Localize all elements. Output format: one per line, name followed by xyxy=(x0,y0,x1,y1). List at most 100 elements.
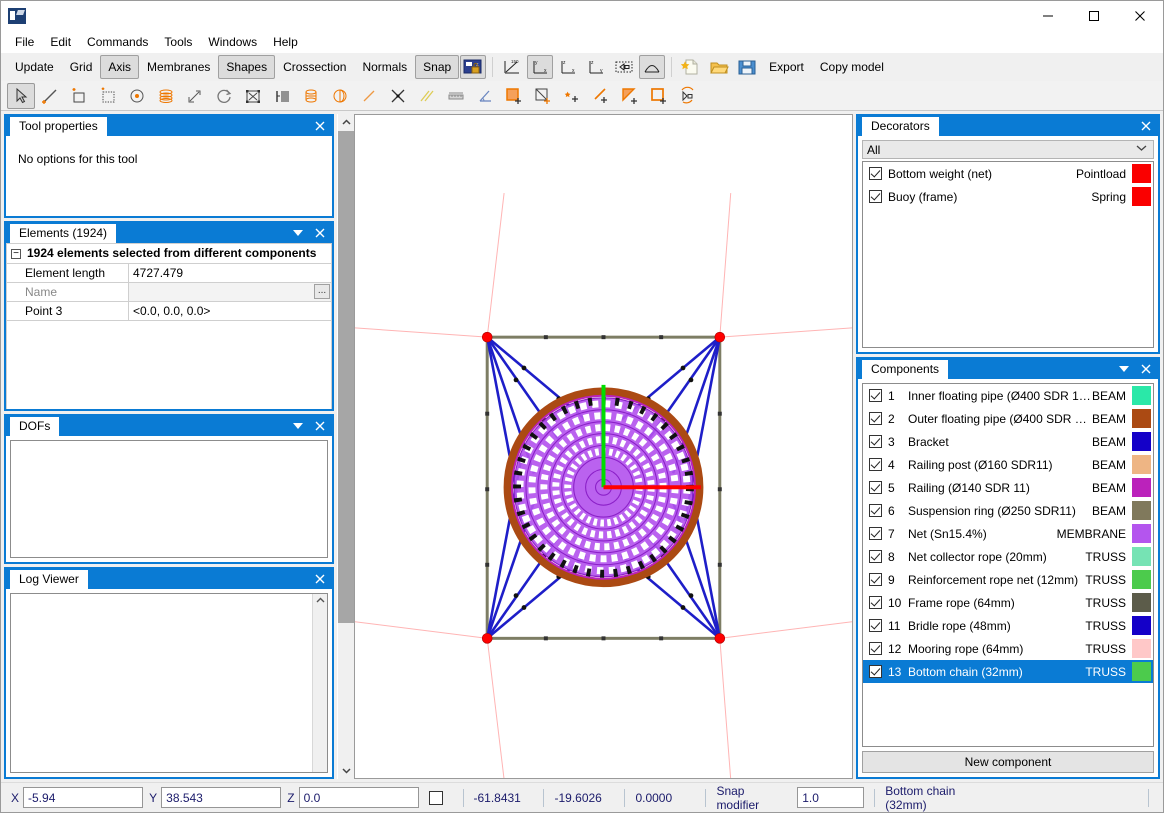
toolbar-axis[interactable]: Axis xyxy=(100,54,140,79)
component-checkbox[interactable] xyxy=(869,389,882,402)
angle-icon[interactable] xyxy=(471,83,499,109)
log-viewer-text[interactable] xyxy=(10,593,328,773)
component-checkbox[interactable] xyxy=(869,435,882,448)
menu-tools[interactable]: Tools xyxy=(156,32,200,52)
menu-help[interactable]: Help xyxy=(265,32,306,52)
chevron-down-icon[interactable] xyxy=(290,418,306,434)
axis-yx-icon[interactable]: yx xyxy=(527,54,554,79)
maximize-button[interactable] xyxy=(1071,1,1117,31)
decorator-color-swatch[interactable] xyxy=(1132,164,1151,183)
draw-line-icon[interactable] xyxy=(36,83,64,109)
mirror-icon[interactable] xyxy=(674,83,702,109)
dofs-tab[interactable]: DOFs xyxy=(10,417,60,436)
x-input[interactable]: -5.94 xyxy=(23,787,144,808)
decorator-color-swatch[interactable] xyxy=(1132,187,1151,206)
close-icon[interactable] xyxy=(1138,361,1154,377)
z-input[interactable]: 0.0 xyxy=(298,787,419,808)
arch-shape-icon[interactable] xyxy=(639,54,666,79)
dock-scrollbar[interactable] xyxy=(337,114,355,779)
table-row[interactable]: Name ... xyxy=(6,282,332,302)
intersect-icon[interactable] xyxy=(384,83,412,109)
collapse-icon[interactable]: − xyxy=(11,248,21,259)
row-value[interactable]: <0.0, 0.0, 0.0> xyxy=(128,301,332,321)
scrollbar-track[interactable] xyxy=(337,131,355,762)
dofs-list[interactable] xyxy=(10,440,328,558)
component-color-swatch[interactable] xyxy=(1132,616,1151,635)
sphere-half-icon[interactable] xyxy=(326,83,354,109)
log-viewer-tab[interactable]: Log Viewer xyxy=(10,570,88,589)
scrollbar-thumb[interactable] xyxy=(337,131,355,624)
component-checkbox[interactable] xyxy=(869,573,882,586)
new-component-button[interactable]: New component xyxy=(862,751,1154,773)
component-color-swatch[interactable] xyxy=(1132,386,1151,405)
new-file-icon[interactable] xyxy=(678,55,704,79)
elements-group-row[interactable]: −1924 elements selected from different c… xyxy=(6,243,332,264)
fit-extent-icon[interactable] xyxy=(239,83,267,109)
scroll-up-icon[interactable] xyxy=(337,114,355,131)
cylinder-icon[interactable] xyxy=(297,83,325,109)
component-color-swatch[interactable] xyxy=(1132,524,1151,543)
dashed-box-icon[interactable] xyxy=(611,55,637,79)
list-item[interactable]: 7 Net (Sn15.4%) MEMBRANE xyxy=(863,522,1153,545)
toolbar-membranes[interactable]: Membranes xyxy=(139,55,218,79)
add-point-pair-icon[interactable] xyxy=(558,83,586,109)
scale-icon[interactable] xyxy=(181,83,209,109)
mesh-grid-icon[interactable] xyxy=(94,83,122,109)
component-color-swatch[interactable] xyxy=(1132,432,1151,451)
component-color-swatch[interactable] xyxy=(1132,570,1151,589)
component-checkbox[interactable] xyxy=(869,527,882,540)
measure-icon[interactable] xyxy=(442,83,470,109)
row-value[interactable]: 4727.479 xyxy=(128,263,332,283)
components-tab[interactable]: Components xyxy=(862,360,949,379)
list-item[interactable]: 6 Suspension ring (Ø250 SDR11) BEAM xyxy=(863,499,1153,522)
add-triangle-icon[interactable] xyxy=(616,83,644,109)
list-item[interactable]: 1 Inner floating pipe (Ø400 SDR 16.7) BEAM xyxy=(863,384,1153,407)
component-color-swatch[interactable] xyxy=(1132,501,1151,520)
component-checkbox[interactable] xyxy=(869,458,882,471)
list-item[interactable]: 9 Reinforcement rope net (12mm) TRUSS xyxy=(863,568,1153,591)
list-item[interactable]: Buoy (frame) Spring xyxy=(863,185,1153,208)
toolbar-update[interactable]: Update xyxy=(7,55,62,79)
list-item[interactable]: 2 Outer floating pipe (Ø400 SDR 16.7) BEAM xyxy=(863,407,1153,430)
model-viewport-3d[interactable] xyxy=(354,114,853,779)
component-checkbox[interactable] xyxy=(869,550,882,563)
list-item[interactable]: 5 Railing (Ø140 SDR 11) BEAM xyxy=(863,476,1153,499)
export-button[interactable]: Export xyxy=(761,55,812,79)
parallel-lines-icon[interactable] xyxy=(413,83,441,109)
decorators-tab[interactable]: Decorators xyxy=(862,117,939,136)
axis-zy-icon[interactable]: zy xyxy=(583,55,609,79)
angle-150-icon[interactable]: 150 xyxy=(499,55,525,79)
toolbar-normals[interactable]: Normals xyxy=(354,55,415,79)
select-arrow-icon[interactable] xyxy=(7,82,35,109)
toolbar-grid[interactable]: Grid xyxy=(62,55,101,79)
close-icon[interactable] xyxy=(312,225,328,241)
component-color-swatch[interactable] xyxy=(1132,662,1151,681)
toolbar-crossection[interactable]: Crossection xyxy=(275,55,354,79)
add-point-icon[interactable] xyxy=(123,83,151,109)
chevron-down-icon[interactable] xyxy=(1116,361,1132,377)
component-checkbox[interactable] xyxy=(869,504,882,517)
list-item[interactable]: 11 Bridle rope (48mm) TRUSS xyxy=(863,614,1153,637)
chevron-down-icon[interactable] xyxy=(290,225,306,241)
tool-properties-tab[interactable]: Tool properties xyxy=(10,117,107,136)
table-row[interactable]: Element length 4727.479 xyxy=(6,263,332,283)
decorators-filter-select[interactable]: All xyxy=(862,140,1154,159)
table-row[interactable]: Point 3 <0.0, 0.0, 0.0> xyxy=(6,301,332,321)
line-segment-icon[interactable] xyxy=(355,83,383,109)
component-checkbox[interactable] xyxy=(869,665,882,678)
divide-icon[interactable] xyxy=(268,83,296,109)
y-input[interactable]: 38.543 xyxy=(161,787,282,808)
menu-edit[interactable]: Edit xyxy=(42,32,79,52)
rotate-icon[interactable] xyxy=(210,83,238,109)
log-scrollbar[interactable] xyxy=(312,594,327,772)
components-list[interactable]: 1 Inner floating pipe (Ø400 SDR 16.7) BEAM… xyxy=(862,383,1154,747)
decorator-checkbox[interactable] xyxy=(869,190,882,203)
draw-rectangle-icon[interactable] xyxy=(65,83,93,109)
decorators-list[interactable]: Bottom weight (net) Pointload Buoy (fram… xyxy=(862,161,1154,348)
add-surface-icon[interactable] xyxy=(500,83,528,109)
component-checkbox[interactable] xyxy=(869,619,882,632)
add-line-icon[interactable] xyxy=(587,83,615,109)
model-canvas[interactable] xyxy=(355,115,852,778)
component-color-swatch[interactable] xyxy=(1132,639,1151,658)
menu-file[interactable]: File xyxy=(7,32,42,52)
